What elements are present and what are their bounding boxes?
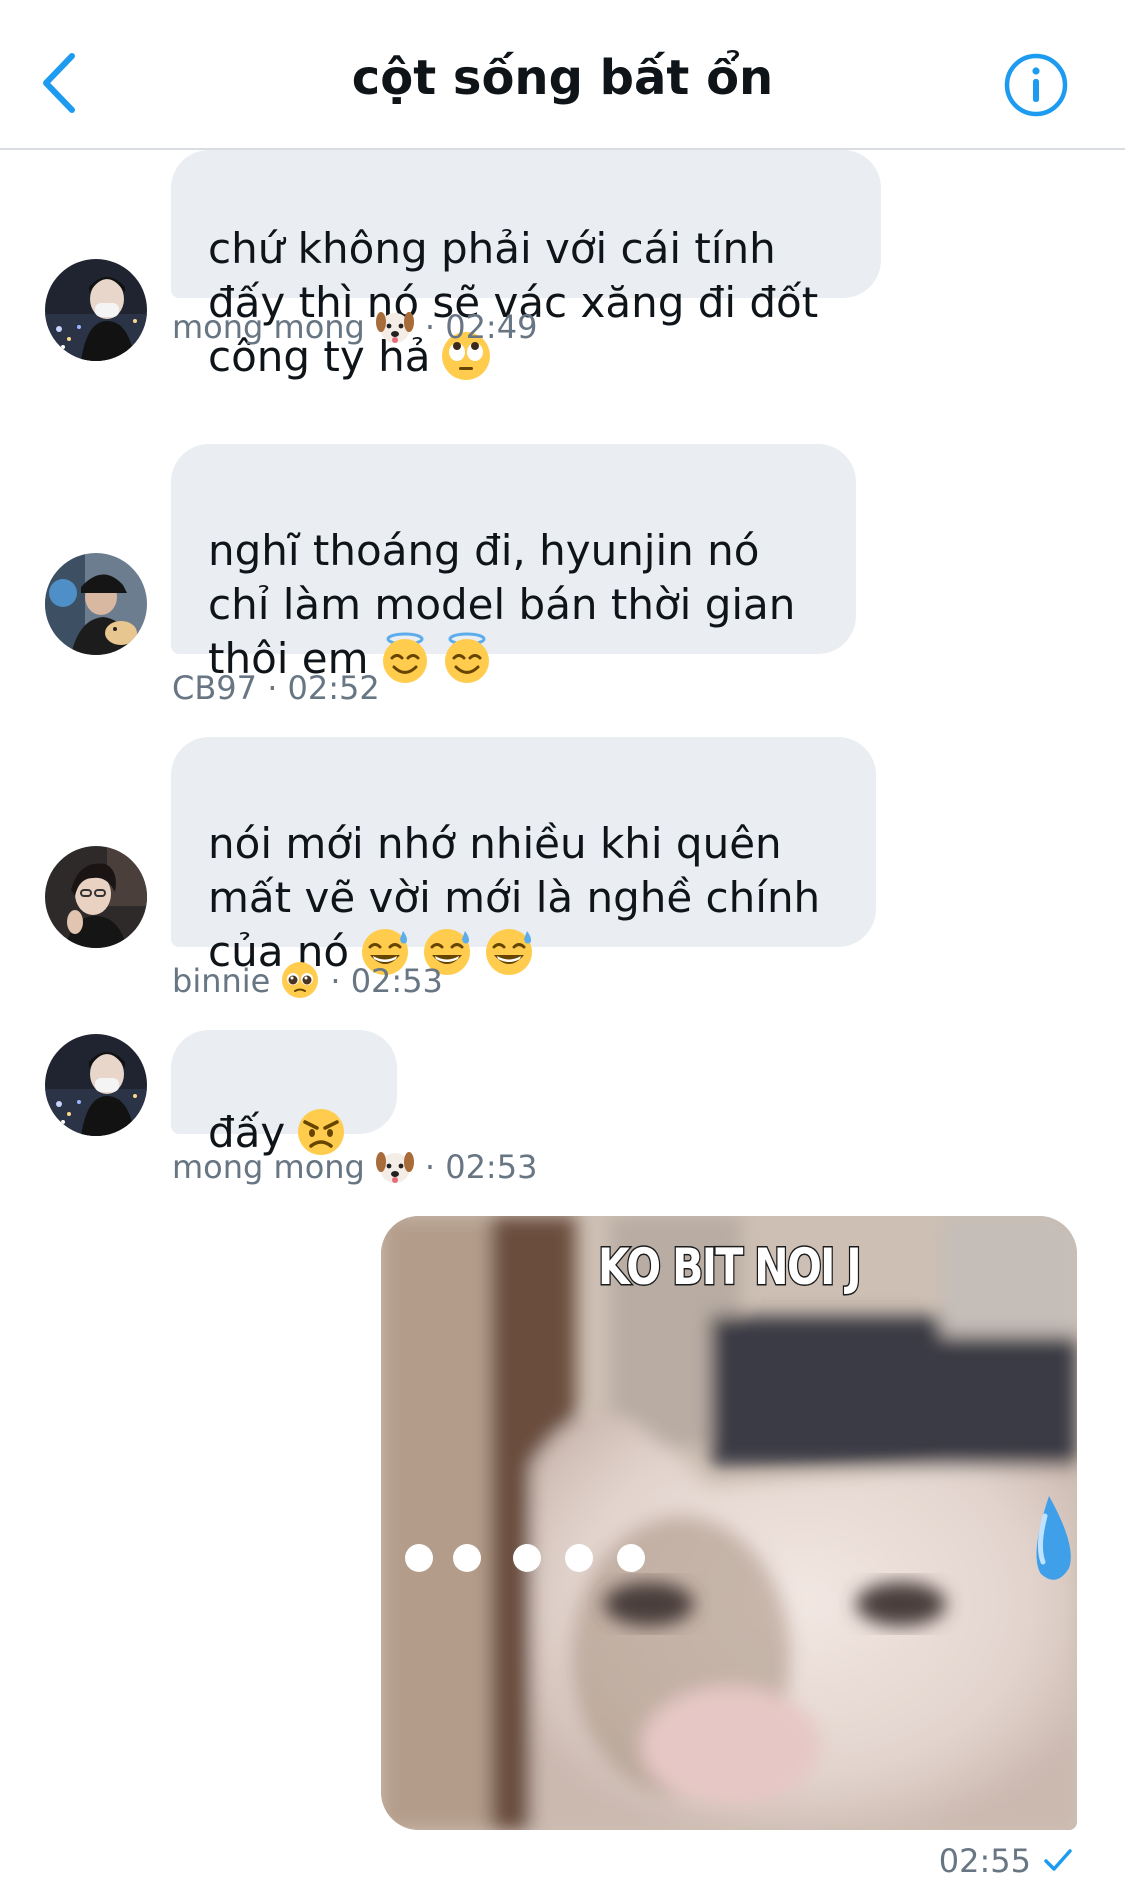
message-meta: mong mong · 02:53 — [172, 1146, 538, 1186]
check-icon — [1044, 1849, 1072, 1871]
dog-face-icon — [375, 306, 415, 346]
avatar[interactable] — [45, 259, 147, 361]
message-time: 02:53 — [350, 962, 443, 1000]
cat-meme-image — [381, 1216, 1077, 1830]
avatar[interactable] — [45, 553, 147, 655]
conversation-title: cột sống bất ổn — [351, 50, 774, 106]
message-meta: CB97 · 02:52 — [172, 669, 380, 707]
sweat-smile-icon — [483, 925, 535, 977]
dog-face-icon — [375, 1146, 415, 1186]
message-bubble[interactable]: nói mới nhớ nhiều khi quên mất vẽ vời mớ… — [171, 737, 876, 976]
message-bubble[interactable]: đấy — [171, 1030, 397, 1157]
message-bubble[interactable]: chứ không phải với cái tính đấy thì nó s… — [171, 150, 881, 381]
message-text: nghĩ thoáng đi, hyunjin nó chỉ làm model… — [208, 526, 796, 683]
halo-face-icon — [379, 632, 431, 684]
message-time: 02:53 — [445, 1148, 538, 1186]
info-icon[interactable] — [1003, 52, 1069, 118]
sender-name: mong mong — [172, 1148, 365, 1186]
message-time: 02:52 — [287, 669, 380, 707]
sender-name: CB97 — [172, 669, 258, 707]
image-caption: KO BIT NOI J — [597, 1237, 863, 1298]
message-bubble[interactable]: nghĩ thoáng đi, hyunjin nó chỉ làm model… — [171, 444, 856, 683]
message-text: chứ không phải với cái tính đấy thì nó s… — [208, 224, 819, 381]
avatar[interactable] — [45, 1034, 147, 1136]
conversation-header: cột sống bất ổn — [0, 0, 1125, 150]
halo-face-icon — [441, 632, 493, 684]
message-meta: binnie · 02:53 — [172, 960, 443, 1000]
sent-message-meta: 02:55 — [939, 1842, 1075, 1880]
message-meta: mong mong · 02:49 — [172, 306, 538, 346]
sender-name: binnie — [172, 962, 271, 1000]
sender-name: mong mong — [172, 308, 365, 346]
sent-image-message[interactable]: KO BIT NOI J — [381, 1216, 1077, 1830]
message-time: 02:55 — [938, 1842, 1031, 1880]
message-time: 02:49 — [445, 308, 538, 346]
pleading-face-icon — [280, 960, 320, 1000]
avatar[interactable] — [45, 846, 147, 948]
